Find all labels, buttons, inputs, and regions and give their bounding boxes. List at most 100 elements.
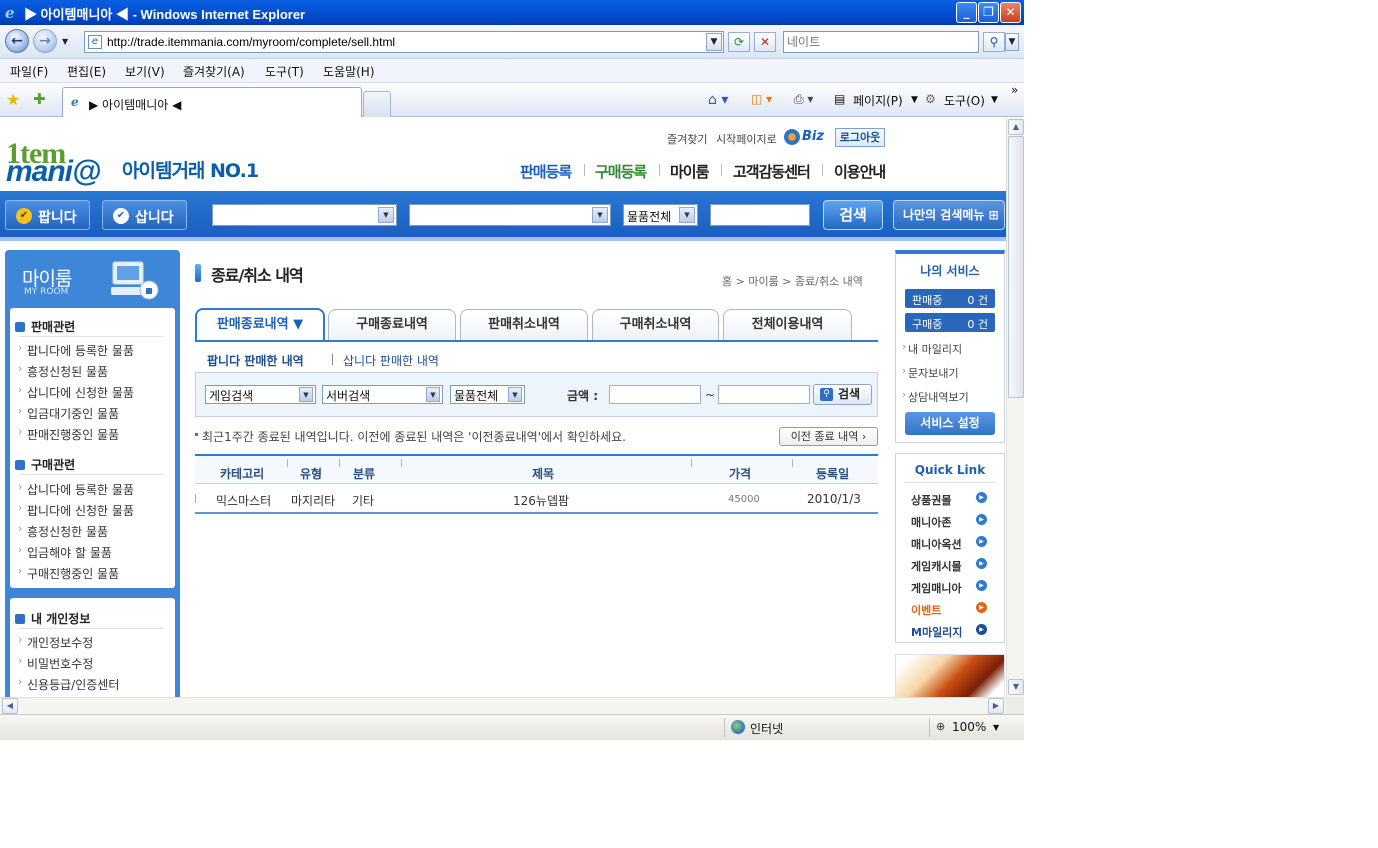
zoom-level[interactable]: 100% xyxy=(952,720,986,734)
table-row[interactable]: 믹스마스터 마지리타 기타 126뉴뎁팜 45000 2010/1/3 xyxy=(195,484,878,514)
menu-view[interactable]: 보기(V) xyxy=(125,63,165,80)
url-dropdown-icon[interactable]: ▼ xyxy=(706,33,722,51)
tools-gear-icon[interactable]: ⚙ xyxy=(925,92,936,106)
scroll-up-icon[interactable]: ▲ xyxy=(1008,119,1024,135)
filter-server-select[interactable]: 서버검색 ▼ xyxy=(322,385,443,404)
sidebar-item-buy-registered[interactable]: 삽니다에 등록한 물품 xyxy=(18,480,134,498)
consult-history-link[interactable]: 상담내역보기 xyxy=(902,388,969,405)
tab-sell-completed[interactable]: 판매종료내역 ▼ xyxy=(195,308,325,341)
quick-link-giftcard[interactable]: 상품권몰 xyxy=(911,492,951,508)
page-menu-icon[interactable]: ▤ xyxy=(834,92,845,106)
sidebar-item-buy-negotiated[interactable]: 흥정신청한 물품 xyxy=(18,522,108,540)
url-box[interactable]: e xyxy=(84,31,724,53)
menu-favorites[interactable]: 즐겨찾기(A) xyxy=(183,63,245,80)
server-select[interactable]: ▼ xyxy=(409,204,611,226)
sidebar-item-sell-awaiting-deposit[interactable]: 입금대기중인 물품 xyxy=(18,404,119,422)
my-search-menu-button[interactable]: 나만의 검색메뉴 ⊞ xyxy=(893,200,1005,230)
gnb-guide[interactable]: 이용안내 xyxy=(834,161,886,182)
subtab-buy-listings[interactable]: 삽니다 판매한 내역 xyxy=(343,352,439,369)
vertical-scrollbar[interactable]: ▲ ▼ xyxy=(1006,118,1024,697)
menu-help[interactable]: 도움말(H) xyxy=(323,63,375,80)
tools-menu[interactable]: 도구(O) xyxy=(944,92,985,109)
filter-search-button[interactable]: ⚲ 검색 xyxy=(813,384,872,405)
menu-file[interactable]: 파일(F) xyxy=(10,63,48,80)
sidebar-item-edit-profile[interactable]: 개인정보수정 xyxy=(18,633,93,651)
horizontal-scrollbar[interactable]: ◀ ▶ xyxy=(0,697,1006,714)
scroll-thumb[interactable] xyxy=(1008,136,1024,398)
biz-link[interactable]: Biz xyxy=(802,129,824,144)
logout-button[interactable]: 로그아웃 xyxy=(835,128,885,147)
sidebar-item-buy-deposit-due[interactable]: 입금해야 할 물품 xyxy=(18,543,112,561)
chevron-more-icon[interactable]: » xyxy=(1011,83,1018,97)
quick-link-gamemania[interactable]: 게임매니아 xyxy=(911,580,962,596)
stop-icon[interactable]: ✕ xyxy=(754,32,776,52)
top-link-favorites[interactable]: 즐겨찾기 xyxy=(667,131,707,147)
gnb-customer-center[interactable]: 고객감동센터 xyxy=(733,161,811,182)
sidebar-item-sell-in-progress[interactable]: 판매진행중인 물품 xyxy=(18,425,119,443)
print-icon[interactable]: ⎙ ▾ xyxy=(794,92,813,107)
sidebar-item-buy-applied[interactable]: 팝니다에 신청한 물품 xyxy=(18,501,134,519)
cell-title[interactable]: 126뉴뎁팜 xyxy=(513,492,569,509)
amount-max-input[interactable] xyxy=(718,385,810,404)
history-dropdown-icon[interactable]: ▼ xyxy=(62,37,68,46)
search-go-icon[interactable]: ⚲ xyxy=(983,32,1005,52)
security-zone[interactable]: 인터넷 xyxy=(750,720,783,737)
keyword-input[interactable] xyxy=(710,204,810,226)
sell-button[interactable]: ✔ 팝니다 xyxy=(5,200,90,230)
minimize-button[interactable]: _ xyxy=(956,2,977,23)
favorites-star-icon[interactable]: ★ xyxy=(6,90,20,109)
my-mileage-link[interactable]: 내 마일리지 xyxy=(902,340,962,357)
buy-button[interactable]: ✔ 삽니다 xyxy=(102,200,187,230)
zoom-dropdown-icon[interactable]: ▼ xyxy=(993,723,999,732)
scroll-right-icon[interactable]: ▶ xyxy=(988,698,1004,714)
page-menu[interactable]: 페이지(P) xyxy=(853,92,903,109)
subtab-sell-listings[interactable]: 팝니다 판매한 내역 xyxy=(207,352,304,369)
search-options-icon[interactable]: ▼ xyxy=(1005,33,1019,51)
search-input[interactable] xyxy=(787,33,977,51)
refresh-icon[interactable]: ⟳ xyxy=(728,32,750,52)
send-sms-link[interactable]: 문자보내기 xyxy=(902,364,959,381)
filter-game-select[interactable]: 게임검색 ▼ xyxy=(205,385,316,404)
url-input[interactable] xyxy=(107,34,697,50)
service-settings-button[interactable]: 서비스 설정 xyxy=(905,412,995,435)
search-box[interactable] xyxy=(783,31,979,53)
menu-edit[interactable]: 편집(E) xyxy=(67,63,106,80)
game-select[interactable]: ▼ xyxy=(212,204,397,226)
top-link-homepage[interactable]: 시작페이지로 xyxy=(716,131,777,147)
maximize-button[interactable]: ❐ xyxy=(978,2,999,23)
page-menu-dropdown-icon[interactable]: ▼ xyxy=(911,95,918,105)
home-icon[interactable]: ⌂ ▾ xyxy=(708,92,728,108)
forward-button[interactable]: → xyxy=(33,29,57,53)
close-button[interactable]: ✕ xyxy=(1000,2,1021,23)
scroll-down-icon[interactable]: ▼ xyxy=(1008,679,1024,695)
sidebar-item-sell-applied[interactable]: 삽니다에 신청한 물품 xyxy=(18,383,134,401)
gnb-myroom[interactable]: 마이룸 xyxy=(670,161,709,182)
sidebar-item-change-password[interactable]: 비밀번호수정 xyxy=(18,654,93,672)
gnb-sell-register[interactable]: 판매등록 xyxy=(520,161,572,182)
sidebar-item-sell-negotiated[interactable]: 흥정신청된 물품 xyxy=(18,362,108,380)
quick-link-maniazone[interactable]: 매니아존 xyxy=(911,514,951,530)
tab-buy-completed[interactable]: 구매종료내역 xyxy=(328,309,456,340)
quick-link-mmileage[interactable]: M마일리지 xyxy=(911,624,962,640)
quick-link-gamecash[interactable]: 게임캐시몰 xyxy=(911,558,962,574)
tab-itemmania[interactable]: e ▶ 아이템매니아 ◀ xyxy=(62,87,362,117)
previous-history-button[interactable]: 이전 종료 내역 › xyxy=(779,427,878,446)
quick-link-event[interactable]: 이벤트 xyxy=(911,602,941,618)
tools-menu-dropdown-icon[interactable]: ▼ xyxy=(991,95,998,105)
feeds-icon[interactable]: ◫ ▾ xyxy=(751,92,772,106)
tab-all-history[interactable]: 전체이용내역 xyxy=(723,309,852,340)
new-tab-button[interactable] xyxy=(363,91,391,117)
selling-count-button[interactable]: 판매중 0 건 xyxy=(905,289,995,308)
add-favorite-icon[interactable]: ✚ xyxy=(33,90,46,108)
quick-link-auction[interactable]: 매니아옥션 xyxy=(911,536,962,552)
sidebar-item-credit-center[interactable]: 신용등급/인증센터 xyxy=(18,675,119,693)
back-button[interactable]: ← xyxy=(5,29,29,53)
gnb-buy-register[interactable]: 구매등록 xyxy=(595,161,647,182)
category-select[interactable]: 물품전체 ▼ xyxy=(623,204,698,226)
filter-category-select[interactable]: 물품전체 ▼ xyxy=(450,385,525,404)
dragon-banner[interactable] xyxy=(895,654,1005,697)
tab-buy-cancelled[interactable]: 구매취소내역 xyxy=(592,309,719,340)
scroll-left-icon[interactable]: ◀ xyxy=(2,698,18,714)
logo-mania[interactable]: mani@ xyxy=(6,157,101,187)
sidebar-item-buy-in-progress[interactable]: 구매진행중인 물품 xyxy=(18,564,119,582)
